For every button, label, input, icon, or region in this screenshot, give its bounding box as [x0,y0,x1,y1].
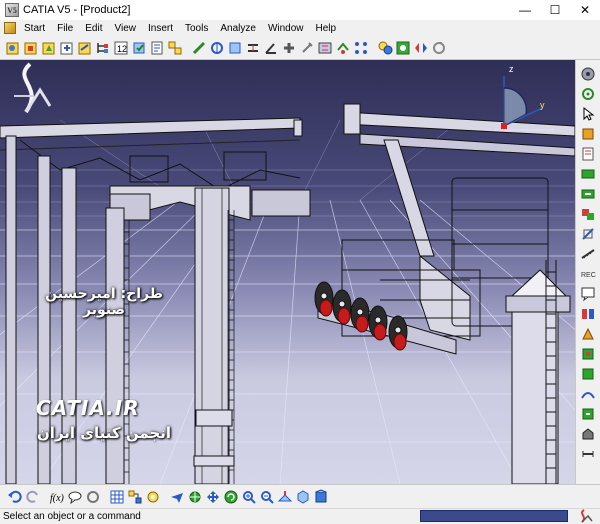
menu-edit[interactable]: Edit [81,23,110,34]
window-controls: — ☐ ✕ [510,0,600,20]
generate-numbering-icon[interactable]: 12 [113,40,129,56]
bottom-toolbar: f(x) [0,484,600,508]
undo-icon[interactable] [7,489,23,505]
forum-caption: انجمن کتیای ایران [37,424,171,442]
sequence-icon[interactable] [580,406,596,422]
redo-icon[interactable] [25,489,41,505]
catia-app-icon[interactable]: V5 [5,3,19,17]
svg-text:12: 12 [117,44,127,54]
menu-view[interactable]: View [110,23,144,34]
menu-insert[interactable]: Insert [144,23,181,34]
top-toolbar: 12 [0,36,600,60]
status-prompt: Select an object or a command [3,511,141,522]
measure-icon[interactable] [580,246,596,262]
pointer-icon[interactable] [580,106,596,122]
maximize-button[interactable]: ☐ [540,0,570,20]
ds-logo-icon [14,62,52,114]
clash-icon[interactable] [580,206,596,222]
right-toolbar: REC [575,60,600,484]
fit-all-icon[interactable] [187,489,203,505]
update-icon[interactable] [431,40,447,56]
menu-tools[interactable]: Tools [181,23,216,34]
new-component-icon[interactable] [23,40,39,56]
designer-credit: طراح: امیرحسین صنوبر [45,286,163,318]
annotation-icon[interactable] [580,286,596,302]
mechanical-structure-icon[interactable] [580,326,596,342]
change-constraint-icon[interactable] [335,40,351,56]
fix-constraint-icon[interactable] [191,40,207,56]
menu-file[interactable]: File [53,23,81,34]
offset-constraint-icon[interactable] [245,40,261,56]
simulation-icon[interactable] [580,366,596,382]
zoom-in-icon[interactable] [241,489,257,505]
view-mode-icon[interactable] [295,489,311,505]
product-structure-icon[interactable] [127,489,143,505]
catia-ir-logo: CATIA.IR [36,396,140,420]
replace-component-icon[interactable] [77,40,93,56]
catalog-icon[interactable] [109,489,125,505]
menu-window[interactable]: Window [264,23,312,34]
new-product-icon[interactable] [5,40,21,56]
orientation-compass[interactable]: z y [494,64,554,136]
distance-analysis-icon[interactable] [580,446,596,462]
coincidence-constraint-icon[interactable] [209,40,225,56]
ski-lift-model [0,103,575,484]
existing-component-icon[interactable] [59,40,75,56]
zoom-out-icon[interactable] [259,489,275,505]
svg-text:REC: REC [581,272,596,279]
command-input[interactable] [420,510,568,522]
reuse-pattern-icon[interactable] [353,40,369,56]
new-part-icon[interactable] [41,40,57,56]
normal-view-icon[interactable] [277,489,293,505]
contact-constraint-icon[interactable] [227,40,243,56]
swept-volume-icon[interactable] [580,426,596,442]
close-button[interactable]: ✕ [570,0,600,20]
graph-tree-reordering-icon[interactable] [95,40,111,56]
rotate-icon[interactable] [223,489,239,505]
space-analysis-icon[interactable] [580,126,596,142]
3ds-logo-icon [581,509,593,523]
multi-instantiation-icon[interactable] [167,40,183,56]
render-style-icon[interactable] [313,488,329,505]
mechanism-icon[interactable] [145,489,161,505]
angle-constraint-icon[interactable] [263,40,279,56]
manipulation-icon[interactable] [377,40,393,56]
quick-constraint-icon[interactable] [299,40,315,56]
flexible-subassembly-icon[interactable] [317,40,333,56]
title-bar: V5 CATIA V5 - [Product2] — ☐ ✕ [0,0,600,20]
menu-analyze[interactable]: Analyze [216,23,264,34]
svg-text:f(x): f(x) [50,493,65,504]
compass-y-label: y [540,100,545,110]
sectioning-icon[interactable] [580,226,596,242]
record-icon[interactable]: REC [580,266,596,282]
snap-icon[interactable] [395,40,411,56]
menu-start[interactable]: Start [20,23,53,34]
fix-together-icon[interactable] [281,40,297,56]
gear-icon[interactable] [580,86,596,102]
compass-z-label: z [509,64,514,74]
bill-of-material-icon[interactable] [580,146,596,162]
comment-icon[interactable] [67,489,83,505]
pan-icon[interactable] [205,489,221,505]
menu-help[interactable]: Help [312,23,345,34]
kinematics-icon[interactable] [580,346,596,362]
document-icon[interactable] [4,22,16,34]
minimize-button[interactable]: — [510,0,540,20]
3d-viewport[interactable]: z y طراح: امیرحسین صنوبر CATIA.IR انجمن … [0,60,575,484]
scene-icon[interactable] [580,166,596,182]
assembly-workbench-icon[interactable] [580,66,596,82]
selective-load-icon[interactable] [131,40,147,56]
fly-mode-icon[interactable] [169,489,185,505]
window-title: CATIA V5 - [Product2] [23,4,131,16]
formula-icon[interactable]: f(x) [49,489,65,505]
compare-icon[interactable] [580,306,596,322]
manage-representations-icon[interactable] [149,40,165,56]
enhanced-scene-icon[interactable] [580,186,596,202]
track-icon[interactable] [580,386,596,402]
menu-bar: Start File Edit View Insert Tools Analyz… [0,20,600,36]
knowledge-icon[interactable] [85,489,101,505]
explode-icon[interactable] [413,40,429,56]
